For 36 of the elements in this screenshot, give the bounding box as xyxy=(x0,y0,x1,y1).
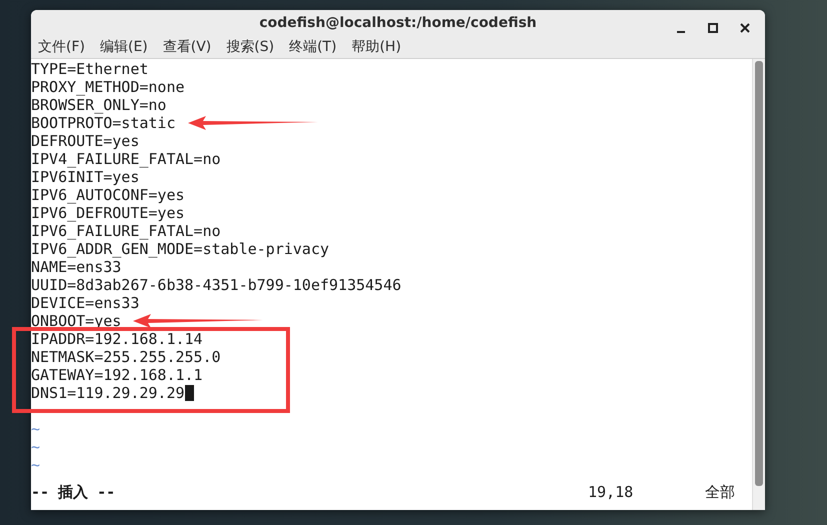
config-line: BOOTPROTO=static xyxy=(31,114,176,132)
menu-item[interactable]: 终端(T) xyxy=(289,38,337,56)
config-line: IPV6INIT=yes xyxy=(31,168,140,186)
config-line: DNS1=119.29.29.29 xyxy=(31,384,185,402)
mode-indicator: -- 插入 -- xyxy=(31,483,116,501)
close-icon[interactable] xyxy=(739,22,751,34)
config-line: NETMASK=255.255.255.0 xyxy=(31,348,221,366)
cursor-position: 19,18 xyxy=(588,483,634,501)
config-line: IPV6_DEFROUTE=yes xyxy=(31,204,185,222)
menu-item[interactable]: 文件(F) xyxy=(38,38,85,56)
config-line: IPV6_FAILURE_FATAL=no xyxy=(31,222,221,240)
menu-item[interactable]: 搜索(S) xyxy=(226,38,274,56)
empty-line-marker: ~ xyxy=(31,420,40,438)
empty-line-marker: ~ xyxy=(31,438,40,456)
empty-line-marker: ~ xyxy=(31,456,40,474)
config-line: DEFROUTE=yes xyxy=(31,132,140,150)
config-line: IPV4_FAILURE_FATAL=no xyxy=(31,150,221,168)
scroll-position: 全部 xyxy=(705,483,735,501)
config-line: BROWSER_ONLY=no xyxy=(31,96,166,114)
config-line: NAME=ens33 xyxy=(31,258,122,276)
config-line: UUID=8d3ab267-6b38-4351-b799-10ef91354546 xyxy=(31,276,402,294)
menu-item[interactable]: 查看(V) xyxy=(162,38,212,56)
config-line: IPADDR=192.168.1.14 xyxy=(31,330,203,348)
config-line: IPV6_ADDR_GEN_MODE=stable-privacy xyxy=(31,240,330,258)
config-line: PROXY_METHOD=none xyxy=(31,78,185,96)
scrollbar-thumb[interactable] xyxy=(755,61,763,486)
maximize-icon[interactable] xyxy=(707,22,719,34)
config-line: ONBOOT=yes xyxy=(31,312,122,330)
config-line: DEVICE=ens33 xyxy=(31,294,140,312)
config-line: IPV6_AUTOCONF=yes xyxy=(31,186,185,204)
config-line: TYPE=Ethernet xyxy=(31,60,148,78)
menu-item[interactable]: 帮助(H) xyxy=(352,38,402,56)
window-title: codefish@localhost:/home/codefish xyxy=(259,14,537,31)
scrollbar[interactable] xyxy=(752,59,765,510)
config-line: GATEWAY=192.168.1.1 xyxy=(31,366,203,384)
menu-item[interactable]: 编辑(E) xyxy=(100,38,148,56)
